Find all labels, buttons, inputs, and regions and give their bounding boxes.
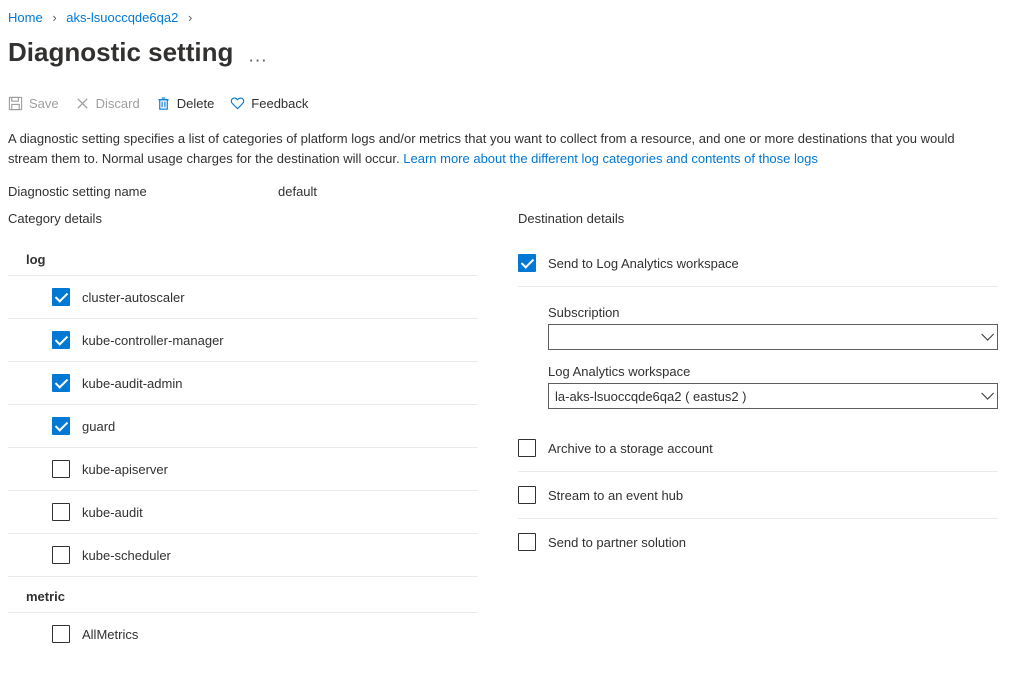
checkbox-eventhub[interactable] (518, 486, 536, 504)
log-label: kube-scheduler (82, 548, 171, 563)
setting-name-value: default (278, 184, 317, 199)
close-icon (75, 96, 90, 111)
log-row-kube-apiserver: kube-apiserver (8, 448, 478, 491)
log-label: kube-audit-admin (82, 376, 182, 391)
checkbox-kube-audit-admin[interactable] (52, 374, 70, 392)
metric-label: AllMetrics (82, 627, 138, 642)
save-button[interactable]: Save (8, 96, 59, 111)
dest-label: Send to Log Analytics workspace (548, 256, 739, 271)
checkbox-kube-apiserver[interactable] (52, 460, 70, 478)
log-group-header: log (8, 240, 478, 276)
feedback-button[interactable]: Feedback (230, 96, 308, 111)
dest-label: Archive to a storage account (548, 441, 713, 456)
subscription-label: Subscription (548, 305, 998, 320)
save-icon (8, 96, 23, 111)
destination-details: Destination details Send to Log Analytic… (518, 211, 998, 655)
delete-button[interactable]: Delete (156, 96, 215, 111)
log-label: cluster-autoscaler (82, 290, 185, 305)
dest-eventhub-row: Stream to an event hub (518, 472, 998, 519)
checkbox-cluster-autoscaler[interactable] (52, 288, 70, 306)
category-details-title: Category details (8, 211, 478, 226)
chevron-right-icon: › (52, 10, 56, 25)
setting-name-row: Diagnostic setting name default (8, 184, 1002, 199)
log-row-cluster-autoscaler: cluster-autoscaler (8, 276, 478, 319)
discard-button[interactable]: Discard (75, 96, 140, 111)
dest-partner-row: Send to partner solution (518, 519, 998, 565)
log-label: kube-apiserver (82, 462, 168, 477)
log-row-guard: guard (8, 405, 478, 448)
workspace-value: la-aks-lsuoccqde6qa2 ( eastus2 ) (555, 389, 747, 404)
dest-label: Stream to an event hub (548, 488, 683, 503)
checkbox-partner[interactable] (518, 533, 536, 551)
metric-group-header: metric (8, 577, 478, 613)
checkbox-kube-controller-manager[interactable] (52, 331, 70, 349)
log-label: kube-controller-manager (82, 333, 224, 348)
page-title: Diagnostic setting (8, 37, 233, 68)
subscription-select[interactable] (548, 324, 998, 350)
log-row-kube-audit: kube-audit (8, 491, 478, 534)
heart-icon (230, 96, 245, 111)
log-label: kube-audit (82, 505, 143, 520)
checkbox-allmetrics[interactable] (52, 625, 70, 643)
checkbox-guard[interactable] (52, 417, 70, 435)
dest-label: Send to partner solution (548, 535, 686, 550)
dest-log-analytics-row: Send to Log Analytics workspace (518, 240, 998, 287)
chevron-down-icon (981, 332, 991, 342)
workspace-select[interactable]: la-aks-lsuoccqde6qa2 ( eastus2 ) (548, 383, 998, 409)
checkbox-log-analytics[interactable] (518, 254, 536, 272)
setting-name-label: Diagnostic setting name (8, 184, 278, 199)
toolbar: Save Discard Delete Feedback (8, 88, 1002, 129)
learn-more-link[interactable]: Learn more about the different log categ… (403, 151, 818, 166)
chevron-right-icon: › (188, 10, 192, 25)
breadcrumb-home[interactable]: Home (8, 10, 43, 25)
trash-icon (156, 96, 171, 111)
chevron-down-icon (981, 391, 991, 401)
destination-details-title: Destination details (518, 211, 998, 226)
log-analytics-config: Subscription Log Analytics workspace la-… (518, 287, 998, 415)
more-actions-icon[interactable]: ··· (249, 53, 268, 68)
log-row-kube-audit-admin: kube-audit-admin (8, 362, 478, 405)
metric-row-allmetrics: AllMetrics (8, 613, 478, 655)
checkbox-kube-audit[interactable] (52, 503, 70, 521)
workspace-label: Log Analytics workspace (548, 364, 998, 379)
breadcrumb: Home › aks-lsuoccqde6qa2 › (8, 8, 1002, 33)
checkbox-kube-scheduler[interactable] (52, 546, 70, 564)
log-row-kube-controller-manager: kube-controller-manager (8, 319, 478, 362)
breadcrumb-resource[interactable]: aks-lsuoccqde6qa2 (66, 10, 178, 25)
checkbox-storage[interactable] (518, 439, 536, 457)
log-label: guard (82, 419, 115, 434)
description-text: A diagnostic setting specifies a list of… (8, 129, 958, 168)
dest-storage-row: Archive to a storage account (518, 425, 998, 472)
log-row-kube-scheduler: kube-scheduler (8, 534, 478, 577)
category-details: Category details log cluster-autoscaler … (8, 211, 478, 655)
